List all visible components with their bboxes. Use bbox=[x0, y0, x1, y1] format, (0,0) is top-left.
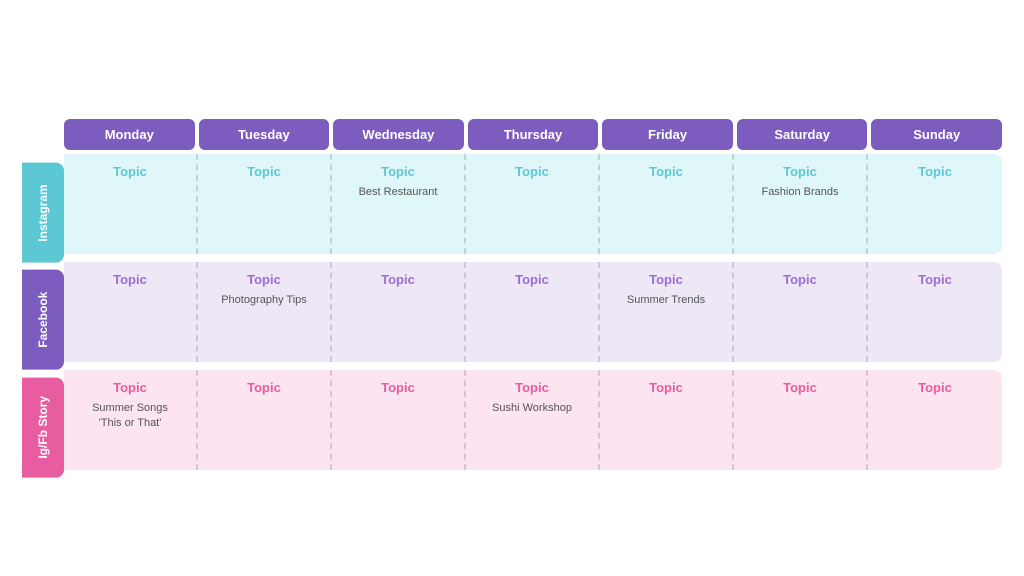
cell-facebook-wednesday: Topic bbox=[332, 262, 466, 362]
cell-content: Photography Tips bbox=[221, 293, 307, 308]
day-header-tuesday: Tuesday bbox=[199, 119, 330, 150]
cell-igfbstory-thursday: Topic Sushi Workshop bbox=[466, 370, 600, 470]
header-row: MondayTuesdayWednesdayThursdayFridaySatu… bbox=[64, 119, 1002, 150]
cell-topic: Topic bbox=[515, 272, 549, 287]
cell-content: Sushi Workshop bbox=[492, 401, 572, 416]
cell-topic: Topic bbox=[381, 164, 415, 179]
cell-instagram-monday: Topic bbox=[64, 154, 198, 254]
cell-topic: Topic bbox=[381, 272, 415, 287]
cell-topic: Topic bbox=[783, 272, 817, 287]
facebook-row: TopicTopicPhotography TipsTopicTopicTopi… bbox=[64, 262, 1002, 362]
cell-igfbstory-monday: Topic Summer Songs 'This or That' bbox=[64, 370, 198, 470]
calendar-wrapper: Instagram Facebook Ig/Fb Story MondayTue… bbox=[22, 119, 1002, 478]
cell-facebook-saturday: Topic bbox=[734, 262, 868, 362]
cell-content: Fashion Brands bbox=[761, 185, 838, 200]
cell-facebook-monday: Topic bbox=[64, 262, 198, 362]
cell-topic: Topic bbox=[783, 380, 817, 395]
cell-igfbstory-saturday: Topic bbox=[734, 370, 868, 470]
calendar-container: Instagram Facebook Ig/Fb Story MondayTue… bbox=[12, 79, 1012, 498]
instagram-row: TopicTopicTopicBest RestaurantTopicTopic… bbox=[64, 154, 1002, 254]
cell-igfbstory-sunday: Topic bbox=[868, 370, 1002, 470]
cell-topic: Topic bbox=[113, 164, 147, 179]
cell-topic: Topic bbox=[783, 164, 817, 179]
igfbstory-label: Ig/Fb Story bbox=[22, 378, 64, 478]
cell-facebook-friday: Topic Summer Trends bbox=[600, 262, 734, 362]
day-header-friday: Friday bbox=[602, 119, 733, 150]
facebook-label: Facebook bbox=[22, 270, 64, 370]
cell-content: Summer Trends bbox=[627, 293, 705, 308]
cell-facebook-tuesday: Topic Photography Tips bbox=[198, 262, 332, 362]
cell-topic: Topic bbox=[918, 164, 952, 179]
cell-instagram-sunday: Topic bbox=[868, 154, 1002, 254]
cell-facebook-thursday: Topic bbox=[466, 262, 600, 362]
cell-topic: Topic bbox=[918, 272, 952, 287]
cell-facebook-sunday: Topic bbox=[868, 262, 1002, 362]
cell-igfbstory-friday: Topic bbox=[600, 370, 734, 470]
cell-instagram-friday: Topic bbox=[600, 154, 734, 254]
cell-instagram-thursday: Topic bbox=[466, 154, 600, 254]
day-header-saturday: Saturday bbox=[737, 119, 868, 150]
cell-instagram-tuesday: Topic bbox=[198, 154, 332, 254]
cell-topic: Topic bbox=[649, 272, 683, 287]
cell-topic: Topic bbox=[247, 164, 281, 179]
cell-topic: Topic bbox=[649, 380, 683, 395]
cell-instagram-saturday: Topic Fashion Brands bbox=[734, 154, 868, 254]
cell-topic: Topic bbox=[918, 380, 952, 395]
cell-topic: Topic bbox=[247, 272, 281, 287]
day-header-thursday: Thursday bbox=[468, 119, 599, 150]
calendar-grid: MondayTuesdayWednesdayThursdayFridaySatu… bbox=[64, 119, 1002, 478]
day-header-wednesday: Wednesday bbox=[333, 119, 464, 150]
cell-topic: Topic bbox=[247, 380, 281, 395]
cell-instagram-wednesday: Topic Best Restaurant bbox=[332, 154, 466, 254]
instagram-label: Instagram bbox=[22, 163, 64, 263]
day-header-monday: Monday bbox=[64, 119, 195, 150]
cell-topic: Topic bbox=[113, 272, 147, 287]
cell-igfbstory-wednesday: Topic bbox=[332, 370, 466, 470]
cell-igfbstory-tuesday: Topic bbox=[198, 370, 332, 470]
cell-topic: Topic bbox=[515, 380, 549, 395]
day-header-sunday: Sunday bbox=[871, 119, 1002, 150]
cell-topic: Topic bbox=[113, 380, 147, 395]
igfbstory-row: TopicSummer Songs 'This or That'TopicTop… bbox=[64, 370, 1002, 470]
row-labels: Instagram Facebook Ig/Fb Story bbox=[22, 119, 64, 478]
cell-topic: Topic bbox=[649, 164, 683, 179]
cell-content: Best Restaurant bbox=[359, 185, 438, 200]
cell-topic: Topic bbox=[381, 380, 415, 395]
cell-topic: Topic bbox=[515, 164, 549, 179]
cell-content: Summer Songs 'This or That' bbox=[92, 401, 168, 432]
